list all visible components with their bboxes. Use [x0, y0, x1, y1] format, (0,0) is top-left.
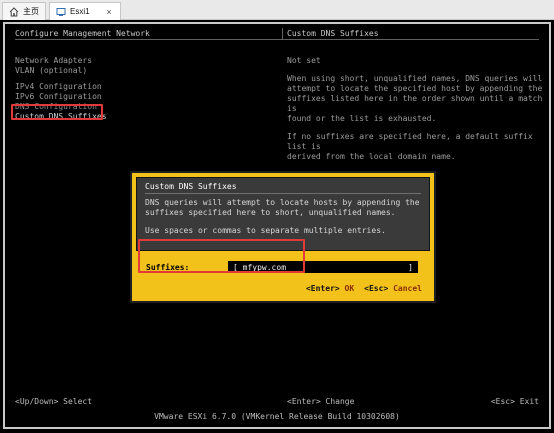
tab-esxi1[interactable]: Esxi1 × — [49, 2, 121, 20]
footer-left: <Up/Down> Select — [15, 397, 93, 406]
right-description: Not set When using short, unqualified na… — [287, 56, 547, 162]
desc-gap-2 — [287, 124, 547, 132]
desc-para2-line2: derived from the local domain name. — [287, 152, 456, 161]
input-right-bracket: ] — [408, 263, 413, 272]
desc-para2-line1: If no suffixes are specified here, a def… — [287, 132, 533, 151]
cancel-label: Cancel — [393, 284, 422, 293]
menu-item-ipv4[interactable]: IPv4 Configuration — [15, 82, 275, 92]
header-split — [282, 28, 283, 40]
dialog-divider — [145, 193, 421, 194]
menu-item-network-adapters[interactable]: Network Adapters — [15, 56, 275, 66]
status-line: VMware ESXi 6.7.0 (VMKernel Release Buil… — [154, 412, 400, 421]
menu-highlight-box — [11, 104, 103, 120]
ok-button[interactable]: <Enter> OK — [306, 284, 354, 293]
console-footer: <Up/Down> Select <Enter> Change <Esc> Ex… — [15, 397, 539, 407]
header-divider — [15, 39, 539, 40]
cancel-button[interactable]: <Esc> Cancel — [364, 284, 422, 293]
dialog-text-line3: Use spaces or commas to separate multipl… — [145, 226, 386, 235]
menu-item-ipv6[interactable]: IPv6 Configuration — [15, 92, 275, 102]
dialog-text-line2: suffixes specified here to short, unqual… — [145, 208, 396, 217]
tab-home[interactable]: 主页 — [2, 2, 46, 20]
desc-para1-line2: attempt to locate the specified host by … — [287, 84, 543, 93]
esxi-console[interactable]: Configure Management Network Custom DNS … — [3, 22, 551, 429]
suffixes-field-highlight-box — [138, 239, 305, 273]
menu-item-vlan[interactable]: VLAN (optional) — [15, 66, 275, 76]
dialog-text: DNS queries will attempt to locate hosts… — [145, 198, 421, 236]
dialog-text-gap — [145, 218, 421, 226]
desc-para1-line1: When using short, unqualified names, DNS… — [287, 74, 543, 83]
right-header: Custom DNS Suffixes — [287, 29, 379, 38]
vm-console-icon — [56, 7, 66, 17]
footer-center: <Enter> Change — [287, 397, 355, 406]
not-set-text: Not set — [287, 56, 321, 65]
tab-home-label: 主页 — [23, 7, 39, 16]
custom-dns-suffixes-dialog: Custom DNS Suffixes DNS queries will att… — [130, 171, 436, 303]
desc-para1-line4: found or the list is exhausted. — [287, 114, 437, 123]
status-bar: VMware ESXi 6.7.0 (VMKernel Release Buil… — [7, 411, 547, 423]
dialog-buttons: <Enter> OK <Esc> Cancel — [306, 284, 422, 293]
dialog-title: Custom DNS Suffixes — [145, 182, 237, 191]
tab-esxi1-label: Esxi1 — [70, 7, 90, 16]
footer-right: <Esc> Exit — [490, 397, 539, 406]
dialog-text-line1: DNS queries will attempt to locate hosts… — [145, 198, 420, 207]
desc-para1-line3: suffixes listed here in the order shown … — [287, 94, 543, 113]
cancel-key: <Esc> — [364, 284, 389, 293]
console-screen: Configure Management Network Custom DNS … — [7, 26, 547, 425]
browser-tab-bar: 主页 Esxi1 × — [0, 0, 554, 20]
ok-label: OK — [344, 284, 355, 293]
ok-key: <Enter> — [305, 284, 340, 293]
left-header: Configure Management Network — [15, 29, 150, 38]
home-icon — [9, 6, 19, 17]
close-icon[interactable]: × — [104, 7, 114, 17]
desc-gap-1 — [287, 66, 547, 74]
